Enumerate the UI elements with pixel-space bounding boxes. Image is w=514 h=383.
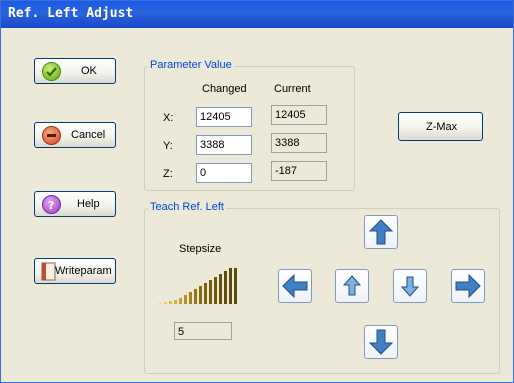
- x-current-value: 12405: [271, 105, 327, 125]
- teach-ref-left-legend: Teach Ref. Left: [148, 201, 226, 213]
- svg-text:?: ?: [48, 199, 54, 212]
- writeparam-label: Writeparam: [55, 265, 112, 277]
- y-changed-field[interactable]: 3388: [196, 135, 252, 155]
- move-down-button[interactable]: [364, 325, 398, 359]
- y-label: Y:: [163, 140, 173, 152]
- check-icon: [42, 62, 61, 81]
- y-current-value: 3388: [271, 133, 327, 153]
- stepsize-label: Stepsize: [179, 243, 222, 255]
- z-label: Z:: [163, 168, 173, 180]
- cancel-button[interactable]: Cancel: [34, 122, 116, 148]
- z-down-icon: [400, 276, 420, 297]
- z-changed-field[interactable]: 0: [196, 163, 252, 183]
- dialog-window: Ref. Left Adjust OK Cancel ? Help Writep…: [0, 0, 514, 383]
- z-up-button[interactable]: [335, 269, 369, 303]
- changed-column-header: Changed: [202, 83, 247, 95]
- window-title: Ref. Left Adjust: [8, 6, 134, 21]
- minus-icon: [42, 126, 61, 145]
- parameter-value-legend: Parameter Value: [148, 59, 234, 71]
- cancel-label: Cancel: [71, 129, 106, 141]
- z-max-label: Z-Max: [426, 121, 458, 133]
- arrow-left-icon: [282, 273, 308, 299]
- help-label: Help: [77, 198, 100, 210]
- ok-label: OK: [81, 65, 97, 77]
- question-icon: ?: [42, 195, 61, 214]
- z-up-icon: [342, 275, 362, 296]
- arrow-up-icon: [368, 219, 394, 245]
- arrow-down-icon: [368, 329, 394, 355]
- z-current-value: -187: [271, 161, 327, 181]
- z-down-button[interactable]: [393, 269, 427, 303]
- move-up-button[interactable]: [364, 215, 398, 249]
- title-bar: Ref. Left Adjust: [1, 1, 513, 28]
- help-button[interactable]: ? Help: [34, 191, 116, 217]
- arrow-right-icon: [455, 273, 481, 299]
- current-column-header: Current: [274, 83, 311, 95]
- stepsize-bars: [159, 267, 247, 307]
- x-label: X:: [163, 112, 174, 124]
- x-changed-field[interactable]: 12405: [196, 107, 252, 127]
- z-max-button[interactable]: Z-Max: [398, 112, 483, 141]
- stepsize-field: 5: [174, 322, 232, 340]
- writeparam-button[interactable]: Writeparam: [34, 258, 116, 284]
- move-left-button[interactable]: [278, 269, 312, 303]
- move-right-button[interactable]: [451, 269, 485, 303]
- ok-button[interactable]: OK: [34, 58, 116, 84]
